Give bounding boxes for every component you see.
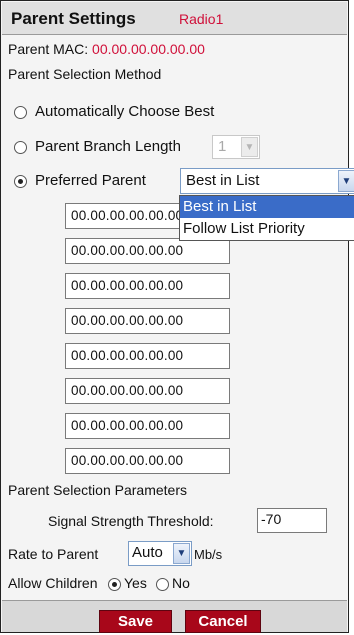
selection-method-label: Parent Selection Method bbox=[8, 66, 162, 82]
preferred-mac-input-2[interactable]: 00.00.00.00.00.00 bbox=[65, 238, 230, 264]
chevron-down-icon: ▼ bbox=[241, 137, 258, 157]
panel-footer: Save Cancel bbox=[2, 600, 347, 633]
allow-children-label: Allow Children bbox=[8, 575, 98, 591]
cancel-button[interactable]: Cancel bbox=[185, 610, 261, 633]
parent-mac-value: 00.00.00.00.00.00 bbox=[92, 41, 205, 57]
allow-children-yes-radio[interactable] bbox=[108, 578, 121, 591]
parent-settings-panel: Parent Settings Radio1 Parent MAC: 00.00… bbox=[0, 0, 354, 633]
preferred-parent-label: Preferred Parent bbox=[35, 172, 146, 189]
preferred-mac-input-7[interactable]: 00.00.00.00.00.00 bbox=[65, 413, 230, 439]
panel-header: Parent Settings Radio1 bbox=[2, 2, 347, 35]
save-button[interactable]: Save bbox=[99, 610, 172, 633]
panel-title: Parent Settings bbox=[11, 9, 136, 28]
chevron-down-icon: ▼ bbox=[338, 170, 354, 192]
preferred-parent-value: Best in List bbox=[186, 172, 260, 189]
allow-children-no-label: No bbox=[172, 575, 190, 591]
branch-length-value: 1 bbox=[218, 138, 227, 155]
allow-children-yes-label: Yes bbox=[124, 575, 147, 591]
preferred-mac-input-6[interactable]: 00.00.00.00.00.00 bbox=[65, 378, 230, 404]
rate-select[interactable]: Auto ▼ bbox=[128, 541, 192, 566]
preferred-mac-input-8[interactable]: 00.00.00.00.00.00 bbox=[65, 448, 230, 474]
parent-mac-row: Parent MAC: 00.00.00.00.00.00 bbox=[8, 41, 205, 57]
dropdown-option-follow-list-priority[interactable]: Follow List Priority bbox=[180, 218, 354, 240]
signal-threshold-input[interactable]: -70 bbox=[257, 508, 327, 533]
auto-choose-radio[interactable] bbox=[14, 106, 27, 119]
rate-label: Rate to Parent bbox=[8, 546, 99, 562]
preferred-mac-input-4[interactable]: 00.00.00.00.00.00 bbox=[65, 308, 230, 334]
branch-length-radio[interactable] bbox=[14, 141, 27, 154]
branch-length-select[interactable]: 1 ▼ bbox=[212, 135, 260, 159]
preferred-parent-select[interactable]: Best in List ▼ bbox=[180, 168, 354, 194]
rate-value: Auto bbox=[132, 544, 163, 561]
allow-children-no-radio[interactable] bbox=[156, 578, 169, 591]
preferred-mac-input-3[interactable]: 00.00.00.00.00.00 bbox=[65, 273, 230, 299]
signal-threshold-label: Signal Strength Threshold: bbox=[48, 513, 214, 529]
dropdown-option-best-in-list[interactable]: Best in List bbox=[180, 196, 354, 218]
preferred-mac-input-5[interactable]: 00.00.00.00.00.00 bbox=[65, 343, 230, 369]
preferred-parent-dropdown-list: Best in List Follow List Priority bbox=[179, 195, 354, 241]
parent-mac-label: Parent MAC: bbox=[8, 41, 89, 57]
selection-parameters-label: Parent Selection Parameters bbox=[8, 482, 187, 498]
rate-unit: Mb/s bbox=[194, 547, 223, 562]
radio-name: Radio1 bbox=[179, 11, 224, 27]
chevron-down-icon: ▼ bbox=[173, 543, 190, 564]
preferred-parent-radio[interactable] bbox=[14, 175, 27, 188]
branch-length-label: Parent Branch Length bbox=[35, 138, 181, 155]
auto-choose-label: Automatically Choose Best bbox=[35, 103, 215, 120]
